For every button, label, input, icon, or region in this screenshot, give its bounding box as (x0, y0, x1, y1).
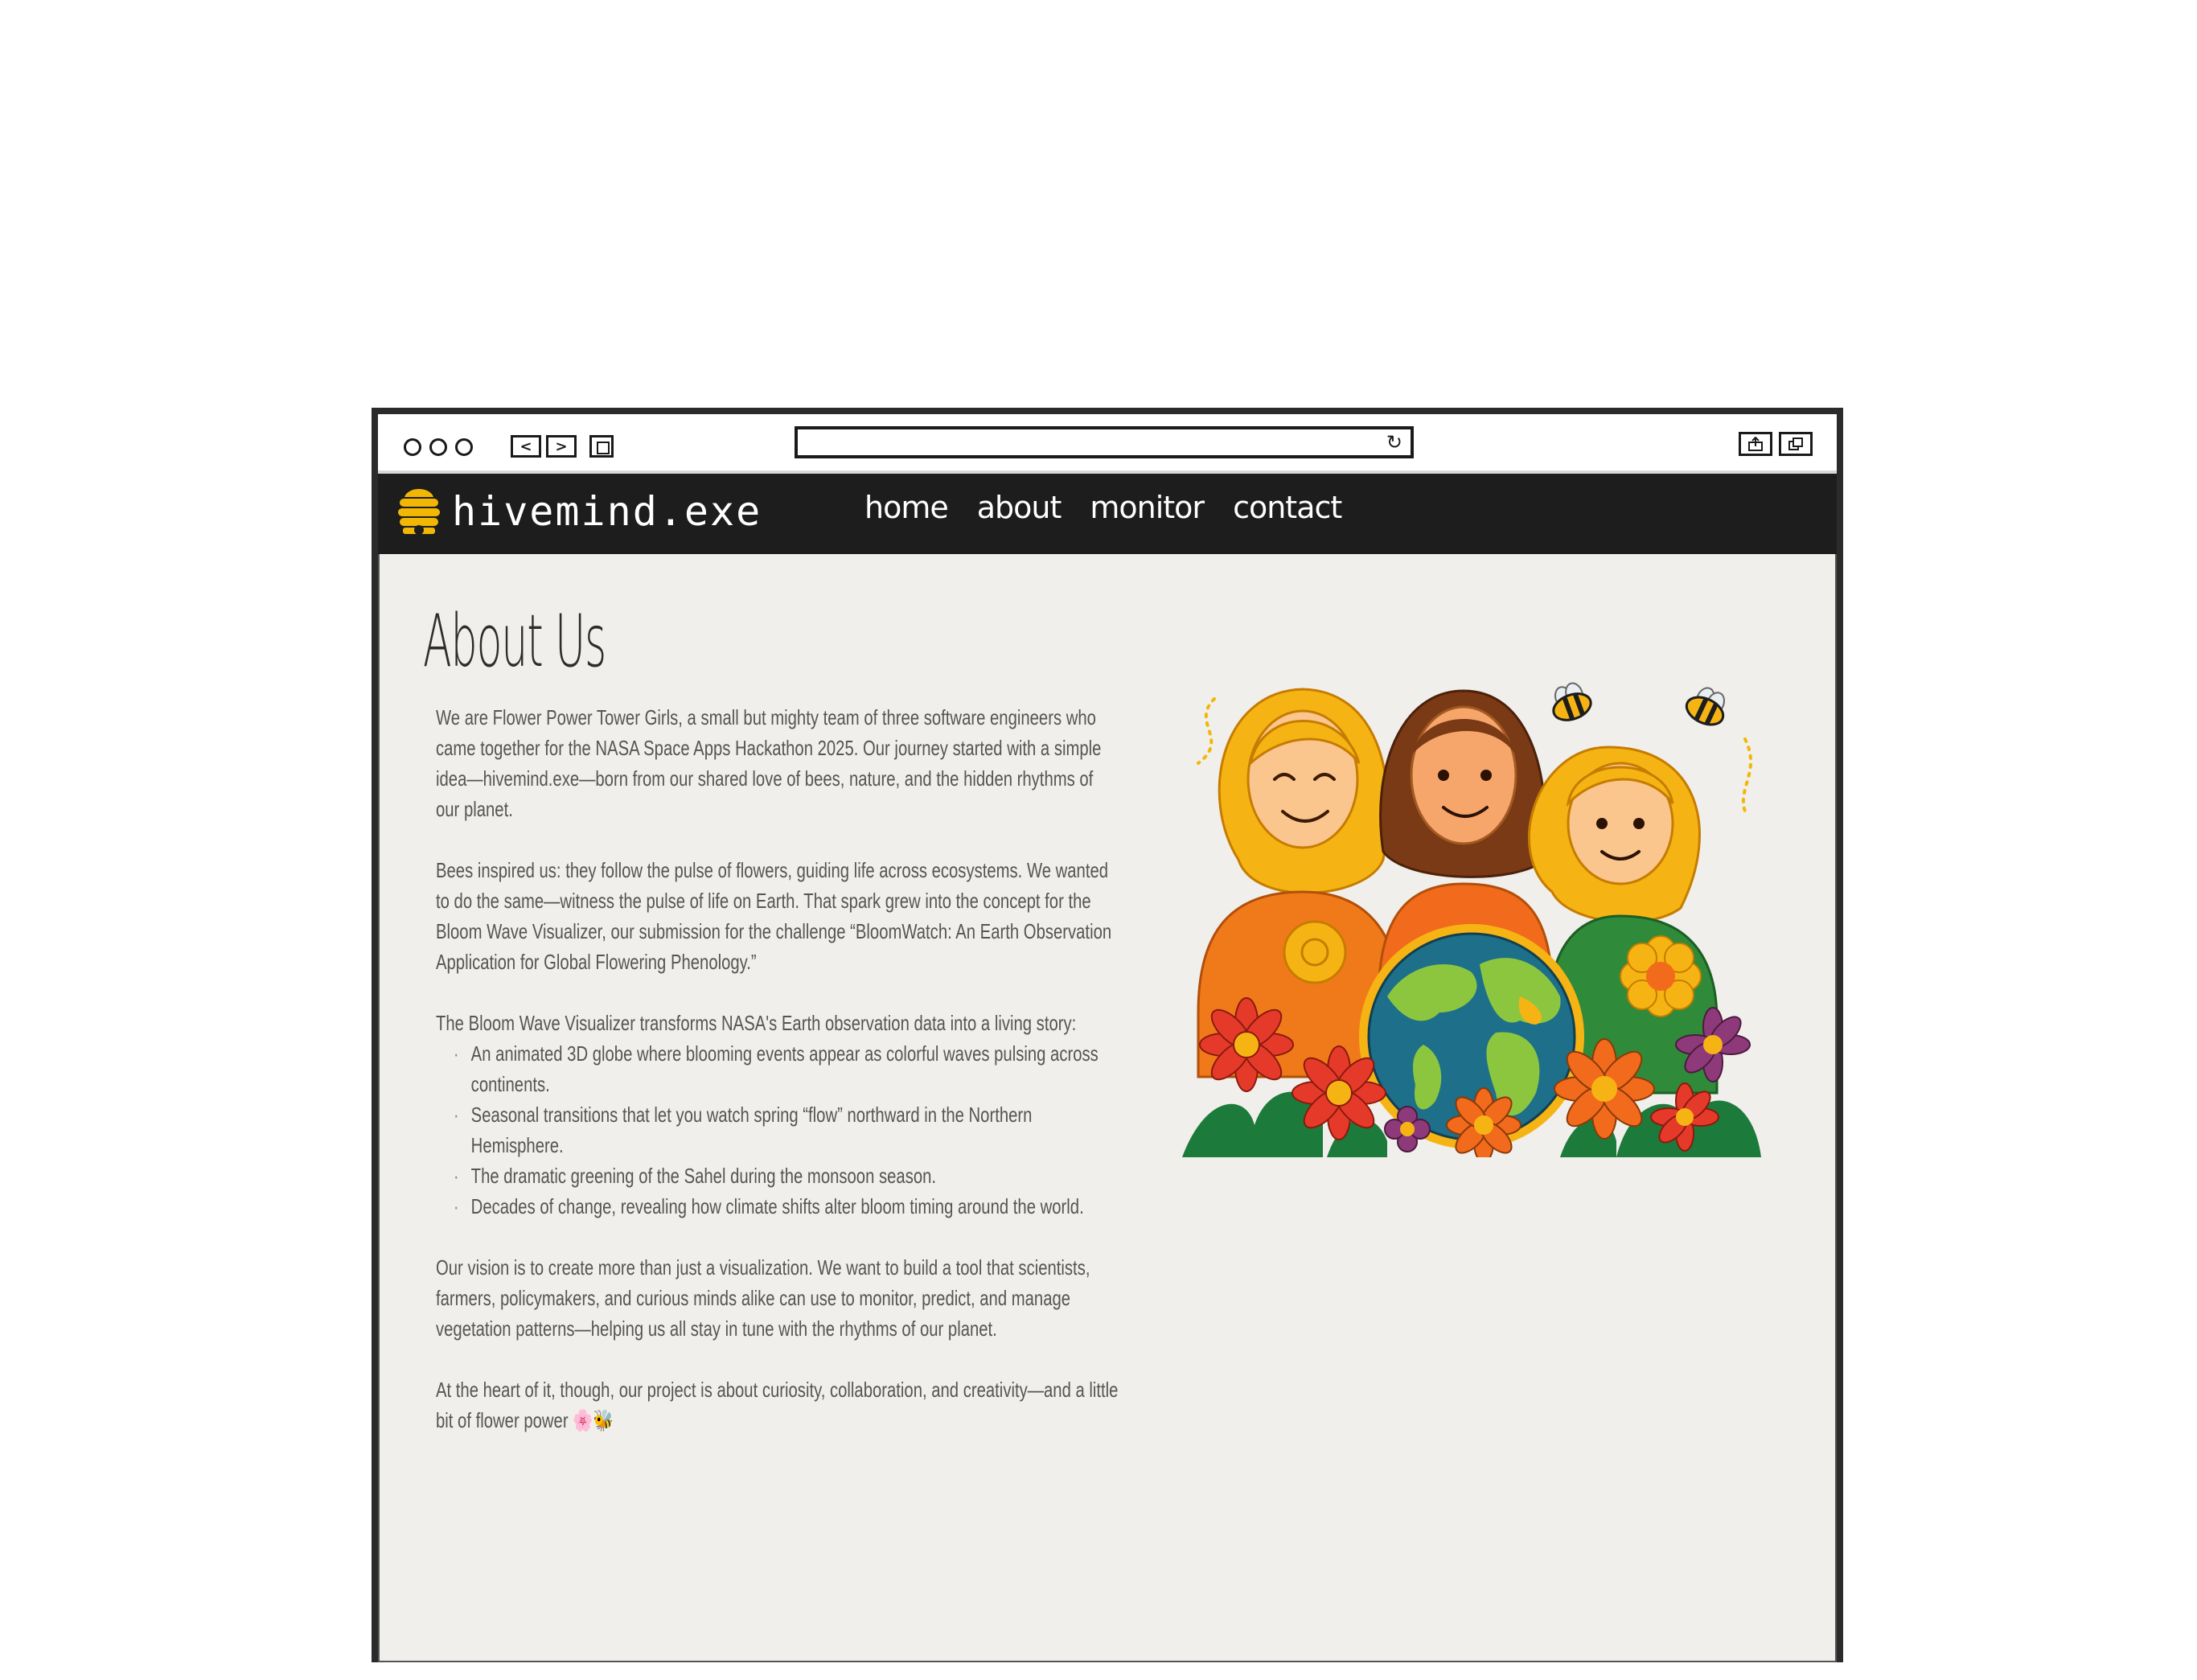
browser-toolbar: < > ↻ (378, 414, 1837, 474)
about-paragraph-4: Our vision is to create more than just a… (436, 1255, 1090, 1341)
flower-orange (1446, 1087, 1521, 1157)
about-paragraph-3: The Bloom Wave Visualizer transforms NAS… (436, 1011, 1077, 1035)
list-item: An animated 3D globe where blooming even… (454, 1038, 1120, 1099)
reload-icon[interactable]: ↻ (1386, 431, 1402, 454)
nav-home[interactable]: home (864, 490, 949, 525)
close-window-button[interactable] (404, 438, 421, 456)
browser-actions (1739, 432, 1813, 456)
list-item: The dramatic greening of the Sahel durin… (454, 1160, 1120, 1191)
site-logo-text[interactable]: hivemind.exe (452, 488, 762, 535)
window-controls (404, 438, 473, 456)
site-navbar: hivemind.exe home about monitor contact (378, 474, 1837, 554)
nav-contact[interactable]: contact (1233, 490, 1342, 525)
nav-monitor[interactable]: monitor (1090, 490, 1205, 525)
list-item: Seasonal transitions that let you watch … (454, 1099, 1120, 1160)
maximize-window-button[interactable] (455, 438, 473, 456)
about-text: We are Flower Power Tower Girls, a small… (436, 702, 1119, 1466)
about-paragraph-1: We are Flower Power Tower Girls, a small… (436, 705, 1102, 821)
page-title: About Us (423, 599, 606, 684)
minimize-window-button[interactable] (429, 438, 447, 456)
list-item: Decades of change, revealing how climate… (454, 1191, 1120, 1222)
about-paragraph-5: At the heart of it, though, our project … (436, 1378, 1119, 1432)
browser-window: < > ↻ hivemind.exe home about monitor co… (372, 408, 1843, 1662)
sidebar-toggle-icon[interactable] (589, 435, 614, 458)
share-icon[interactable] (1739, 432, 1772, 456)
address-bar[interactable]: ↻ (795, 426, 1414, 458)
features-list: An animated 3D globe where blooming even… (436, 1038, 1119, 1222)
nav-about[interactable]: about (977, 490, 1062, 525)
flower-red (1292, 1045, 1386, 1140)
beehive-icon[interactable] (394, 485, 444, 538)
bee-icon (1685, 687, 1725, 726)
page-content: About Us We are Flower Power Tower Girls… (378, 554, 1837, 1680)
bee-icon (1552, 682, 1592, 721)
about-paragraph-2: Bees inspired us: they follow the pulse … (436, 858, 1112, 974)
history-buttons: < > (511, 435, 614, 458)
forward-button[interactable]: > (546, 435, 577, 458)
team-illustration (1182, 682, 1761, 1157)
back-button[interactable]: < (511, 435, 541, 458)
flower-orange (1554, 1038, 1655, 1140)
flower-red (1199, 997, 1294, 1092)
tabs-icon[interactable] (1779, 432, 1813, 456)
shirt-flower (1620, 935, 1702, 1017)
main-menu: home about monitor contact (864, 490, 1342, 525)
